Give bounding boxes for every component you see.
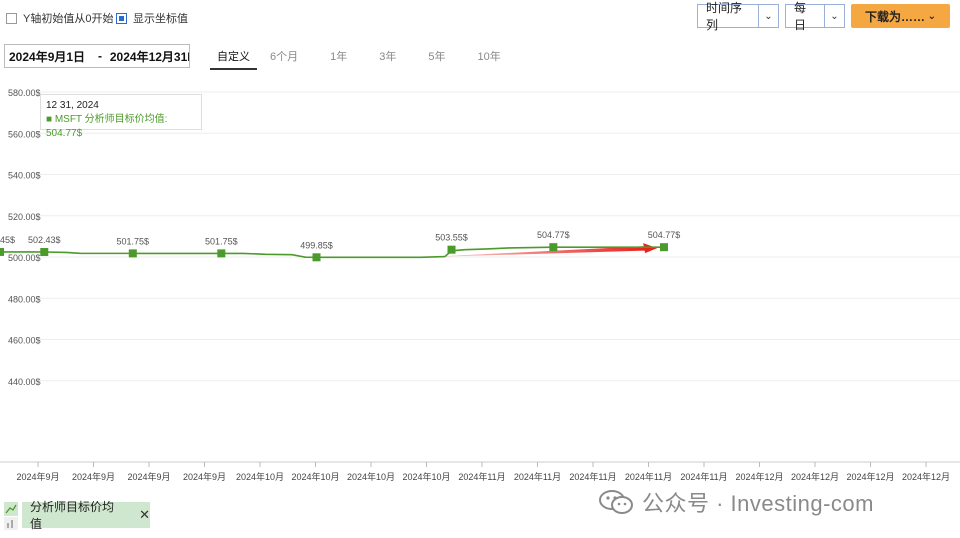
x-tick-label: 2024年10月 — [347, 471, 395, 482]
data-label: 504.77$ — [537, 230, 570, 240]
x-tick-label: 2024年10月 — [402, 471, 450, 482]
range-tab[interactable]: 3年 — [372, 46, 403, 70]
watermark: 公众号 · Investing-com — [598, 486, 874, 518]
show-values-label: 显示坐标值 — [133, 13, 188, 25]
data-label: 501.75$ — [117, 236, 150, 246]
range-tab[interactable]: 5年 — [421, 46, 452, 70]
data-label: 502.43$ — [28, 235, 61, 245]
y-tick-label: 500.00$ — [8, 253, 41, 263]
data-point-marker — [312, 253, 321, 262]
x-tick-label: 2024年12月 — [735, 471, 783, 482]
y-from-zero-checkbox[interactable]: Y轴初始值从0开始 — [6, 10, 113, 26]
data-point-marker — [0, 247, 4, 256]
y-tick-label: 440.00$ — [8, 377, 41, 387]
data-point-marker — [217, 249, 226, 258]
chart-tooltip: 12 31, 2024 ■ MSFT 分析师目标价均值: 504.77$ — [40, 94, 202, 139]
download-label: 下载为…… — [865, 9, 926, 24]
y-tick-label: 540.00$ — [8, 171, 41, 181]
data-point-marker — [40, 247, 49, 256]
x-tick-label: 2024年10月 — [291, 471, 339, 482]
legend-chip[interactable]: 分析师目标价均值 ✕ — [22, 500, 150, 531]
range-tabs: 自定义 6个月 1年 3年 5年 10年 — [210, 46, 526, 70]
range-tab[interactable]: 10年 — [471, 46, 508, 70]
date-range-input[interactable]: 2024年9月1日 - 2024年12月31E — [4, 44, 190, 68]
line-chart: 440.00$ 460.00$ 480.00$ 500.00$ 520.00$ 540.0… — [0, 88, 960, 482]
x-tick-label: 2024年9月 — [183, 471, 226, 482]
data-label: 504.77$ — [648, 230, 681, 240]
data-label: 499.85$ — [300, 240, 333, 250]
x-tick-label: 2024年9月 — [127, 471, 170, 482]
y-tick-label: 520.00$ — [8, 212, 41, 222]
x-tick-label: 2024年12月 — [902, 471, 950, 482]
x-tick-label: 2024年11月 — [514, 471, 561, 482]
date-start[interactable]: 2024年9月1日 — [5, 48, 90, 65]
data-label: 503.55$ — [435, 233, 468, 243]
data-point-marker — [447, 245, 456, 254]
chevron-down-icon: ⌄ — [927, 10, 936, 22]
line-chart-icon[interactable] — [4, 502, 18, 530]
tooltip-series-value: ■ MSFT 分析师目标价均值: 504.77$ — [46, 114, 168, 139]
data-point-marker — [128, 249, 137, 258]
x-tick-label: 2024年12月 — [846, 471, 894, 482]
legend-label: 分析师目标价均值 — [30, 500, 115, 531]
date-end[interactable]: 2024年12月31E — [110, 48, 189, 65]
close-icon[interactable]: ✕ — [139, 507, 150, 523]
x-tick-label: 2024年9月 — [72, 471, 115, 482]
data-point-marker — [549, 243, 558, 252]
range-tab[interactable]: 自定义 — [210, 46, 257, 70]
data-label: 45$ — [0, 235, 15, 245]
series-type-select[interactable]: 时间序列 ⌄ — [697, 1, 779, 32]
y-tick-label: 560.00$ — [8, 129, 41, 139]
download-button[interactable]: 下载为…… ⌄ — [851, 4, 950, 28]
x-tick-label: 2024年11月 — [625, 471, 672, 482]
y-tick-label: 480.00$ — [8, 294, 41, 304]
frequency-value: 每日 — [794, 1, 807, 32]
range-tab[interactable]: 6个月 — [263, 46, 305, 70]
data-point-marker — [660, 243, 668, 252]
series-type-value: 时间序列 — [706, 1, 743, 32]
tooltip-date: 12 31, 2024 — [46, 100, 99, 111]
x-tick-label: 2024年11月 — [680, 471, 727, 482]
y-tick-label: 580.00$ — [8, 88, 41, 98]
y-from-zero-box[interactable] — [6, 12, 17, 24]
watermark-text: 公众号 · Investing-com — [642, 491, 874, 516]
show-values-box[interactable] — [116, 12, 127, 24]
x-tick-label: 2024年10月 — [236, 471, 284, 482]
chevron-down-icon[interactable]: ⌄ — [823, 5, 844, 27]
top-bar: Y轴初始值从0开始 显示坐标值 时间序列 ⌄ 每日 ⌄ 下载为…… ⌄ — [0, 0, 960, 36]
show-values-checkbox[interactable]: 显示坐标值 — [116, 10, 188, 26]
x-tick-label: 2024年11月 — [569, 471, 616, 482]
x-tick-label: 2024年11月 — [458, 471, 505, 482]
chevron-down-icon[interactable]: ⌄ — [757, 5, 778, 27]
wechat-icon — [599, 490, 633, 514]
arrow-head — [643, 243, 658, 254]
y-tick-label: 460.00$ — [8, 336, 41, 346]
frequency-select[interactable]: 每日 ⌄ — [785, 1, 845, 32]
range-tab[interactable]: 1年 — [323, 46, 354, 70]
data-label: 501.75$ — [205, 236, 238, 246]
date-separator: - — [97, 49, 102, 63]
y-from-zero-label: Y轴初始值从0开始 — [23, 13, 114, 25]
x-tick-label: 2024年9月 — [16, 471, 59, 482]
x-tick-label: 2024年12月 — [791, 471, 839, 482]
